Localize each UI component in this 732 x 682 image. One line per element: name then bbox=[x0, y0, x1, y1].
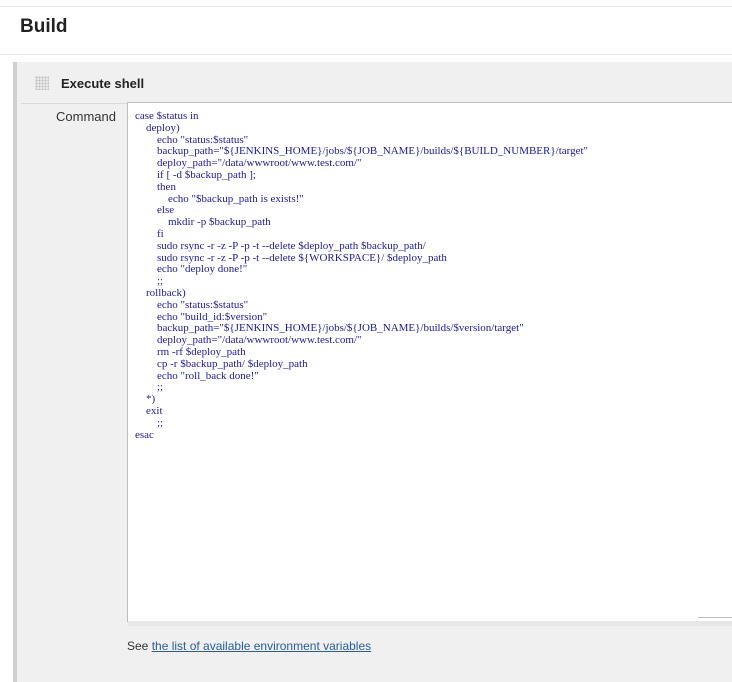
code-line: deploy_path="/data/wwwroot/www.test.com/… bbox=[135, 157, 362, 170]
command-code[interactable]: case $status in deploy) echo "status:$st… bbox=[135, 110, 589, 441]
code-line: if [ -d $backup_path ]; bbox=[135, 168, 256, 181]
step-title: Execute shell bbox=[61, 76, 145, 91]
section-divider bbox=[0, 54, 732, 55]
code-line: echo "roll_back done!" bbox=[135, 369, 259, 382]
code-line: rm -rf $deploy_path bbox=[135, 345, 246, 358]
code-line: sudo rsync -r -z -P -p -t --delete $depl… bbox=[135, 239, 426, 252]
code-line: else bbox=[135, 204, 175, 217]
code-line: case $status in bbox=[135, 110, 199, 122]
section-title: Build bbox=[20, 16, 68, 37]
code-line: ;; bbox=[135, 275, 164, 288]
code-line: then bbox=[135, 180, 176, 193]
code-line: backup_path="${JENKINS_HOME}/jobs/${JOB_… bbox=[135, 145, 589, 158]
code-line: echo "build_id:$version" bbox=[135, 310, 268, 323]
code-line: *) bbox=[135, 393, 156, 406]
code-line: echo "deploy done!" bbox=[135, 263, 248, 276]
drag-handle-icon[interactable] bbox=[35, 76, 49, 90]
code-line: deploy) bbox=[135, 121, 180, 134]
code-line: sudo rsync -r -z -P -p -t --delete ${WOR… bbox=[135, 251, 447, 264]
code-line: echo "status:$status" bbox=[135, 298, 249, 311]
command-label: Command bbox=[56, 109, 116, 124]
code-line: esac bbox=[135, 428, 154, 441]
horizontal-scrollbar[interactable] bbox=[128, 621, 732, 626]
code-line: echo "status:$status" bbox=[135, 133, 249, 146]
code-line: exit bbox=[135, 404, 163, 417]
code-line: fi bbox=[135, 227, 164, 240]
code-line: ;; bbox=[135, 416, 164, 429]
step-header: Execute shell bbox=[21, 63, 732, 104]
code-line: cp -r $backup_path/ $deploy_path bbox=[135, 357, 308, 370]
code-line: rollback) bbox=[135, 286, 186, 299]
code-line: deploy_path="/data/wwwroot/www.test.com/… bbox=[135, 334, 362, 347]
code-line: echo "$backup_path is exists!" bbox=[135, 192, 304, 205]
env-vars-link[interactable]: the list of available environment variab… bbox=[152, 639, 371, 653]
code-line: ;; bbox=[135, 381, 164, 394]
top-divider bbox=[0, 6, 732, 7]
command-textarea[interactable]: case $status in deploy) echo "status:$st… bbox=[127, 102, 732, 622]
code-line: backup_path="${JENKINS_HOME}/jobs/${JOB_… bbox=[135, 322, 524, 335]
help-text: See the list of available environment va… bbox=[127, 639, 371, 653]
code-line: mkdir -p $backup_path bbox=[135, 216, 271, 229]
help-prefix: See bbox=[127, 639, 152, 653]
